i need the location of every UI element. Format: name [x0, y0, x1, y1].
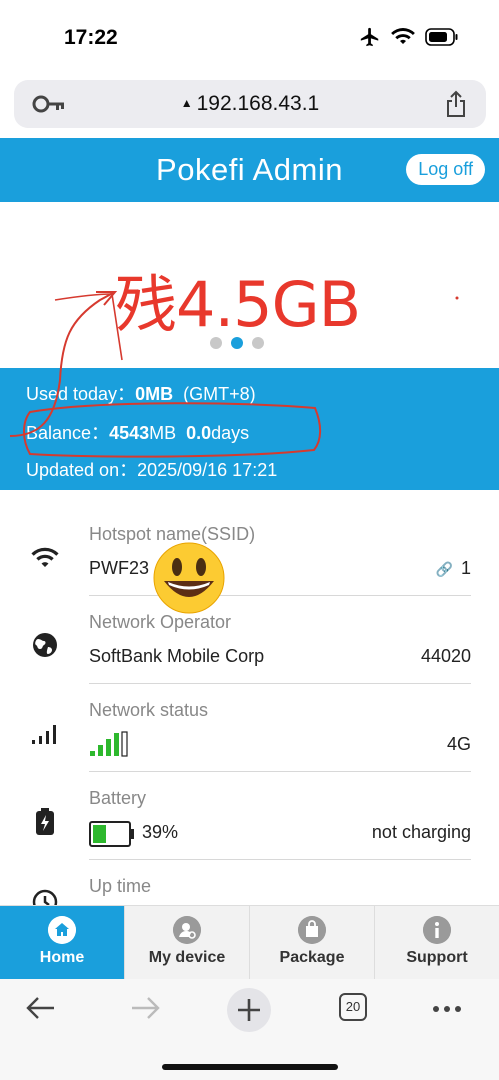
- tab-home-label: Home: [39, 949, 85, 966]
- network-type: 4G: [446, 734, 471, 754]
- app-header: Pokefi Admin Log off: [0, 138, 499, 202]
- operator-value: SoftBank Mobile Corp: [89, 646, 265, 666]
- url-display[interactable]: ▲ 192.168.43.1: [14, 92, 486, 116]
- used-today-line: Used today：0MB (GMT+8): [26, 380, 256, 406]
- link-icon: 🔗: [435, 561, 453, 577]
- operator-code: 44020: [420, 646, 471, 666]
- carousel-dot-active[interactable]: [231, 337, 243, 349]
- more-dots-icon[interactable]: [432, 1005, 462, 1013]
- usage-panel: Used today：0MB (GMT+8) Balance：4543MB 0.…: [0, 368, 499, 490]
- new-tab-plus-icon[interactable]: [226, 987, 272, 1033]
- wifi-icon: [31, 547, 59, 567]
- tab-support[interactable]: Support: [375, 906, 499, 979]
- used-today-value: 0MB: [135, 384, 174, 404]
- carousel-dot[interactable]: [252, 337, 264, 349]
- tab-package-label: Package: [279, 949, 345, 966]
- signal-icon: [32, 725, 56, 744]
- package-icon: [298, 916, 326, 944]
- tab-my-device-label: My device: [148, 949, 226, 966]
- list-item-battery[interactable]: Battery 39% not charging: [0, 772, 499, 860]
- balance-label: Balance：: [26, 423, 110, 443]
- timezone-label: (GMT+8): [183, 384, 256, 404]
- battery-label: Battery: [89, 788, 147, 808]
- charging-status: not charging: [371, 822, 471, 842]
- balance-days-unit: days: [211, 423, 250, 443]
- status-time: 17:22: [64, 26, 118, 49]
- battery-charge-icon: [36, 808, 54, 835]
- status-icons: [359, 26, 459, 48]
- tab-support-label: Support: [406, 949, 468, 966]
- list-item-operator[interactable]: Network Operator SoftBank Mobile Corp 44…: [0, 596, 499, 684]
- forward-arrow-icon[interactable]: [130, 995, 160, 1021]
- operator-label: Network Operator: [89, 612, 232, 632]
- url-text: 192.168.43.1: [196, 92, 320, 115]
- tabs-count: 20: [345, 999, 361, 1014]
- connected-devices: 🔗 1: [436, 558, 471, 579]
- carousel-indicator: [210, 337, 264, 349]
- wifi-status-icon: [391, 28, 415, 44]
- balance-line: Balance：4543MB 0.0days: [26, 419, 249, 445]
- updated-label: Updated on：: [26, 460, 138, 480]
- tabs-count-button[interactable]: 20: [339, 993, 367, 1021]
- back-arrow-icon[interactable]: [26, 995, 56, 1021]
- battery-percent: 39%: [142, 822, 179, 842]
- signal-strength-bars: [90, 731, 128, 757]
- list-item-network[interactable]: Network status 4G: [0, 684, 499, 772]
- battery-status-icon: [425, 28, 458, 46]
- balance-mb-value: 4543: [109, 423, 150, 443]
- bottom-tab-bar: Home My device Package Support: [0, 905, 499, 979]
- connected-count: 1: [460, 558, 471, 578]
- balance-days-value: 0.0: [186, 423, 212, 443]
- list-item-ssid[interactable]: Hotspot name(SSID) PWF23 🔗 1: [0, 508, 499, 596]
- carousel-dot[interactable]: [210, 337, 222, 349]
- info-icon: [423, 916, 451, 944]
- battery-level-gauge: [89, 821, 134, 847]
- share-icon[interactable]: [444, 90, 468, 118]
- network-status-label: Network status: [89, 700, 209, 720]
- handwritten-annotation: 残4.5GB: [115, 268, 361, 341]
- updated-value: 2025/09/16 17:21: [137, 460, 278, 480]
- airplane-icon: [360, 27, 379, 47]
- address-bar[interactable]: ▲ 192.168.43.1: [14, 80, 486, 128]
- tab-home[interactable]: Home: [0, 906, 125, 979]
- home-icon: [48, 916, 76, 944]
- warning-icon: ▲: [180, 96, 193, 110]
- hero-carousel[interactable]: 残4.5GB: [0, 202, 499, 368]
- globe-icon: [33, 633, 57, 657]
- tab-package[interactable]: Package: [250, 906, 375, 979]
- home-indicator: [162, 1064, 338, 1070]
- uptime-label: Up time: [89, 876, 152, 896]
- logoff-button[interactable]: Log off: [406, 154, 485, 185]
- tab-my-device[interactable]: My device: [125, 906, 250, 979]
- device-icon: [173, 916, 201, 944]
- used-today-label: Used today：: [26, 384, 136, 404]
- status-bar: 17:22: [0, 0, 499, 72]
- updated-line: Updated on：2025/09/16 17:21: [26, 456, 277, 482]
- balance-mb-unit: MB: [149, 423, 177, 443]
- ssid-value: PWF23: [89, 558, 150, 578]
